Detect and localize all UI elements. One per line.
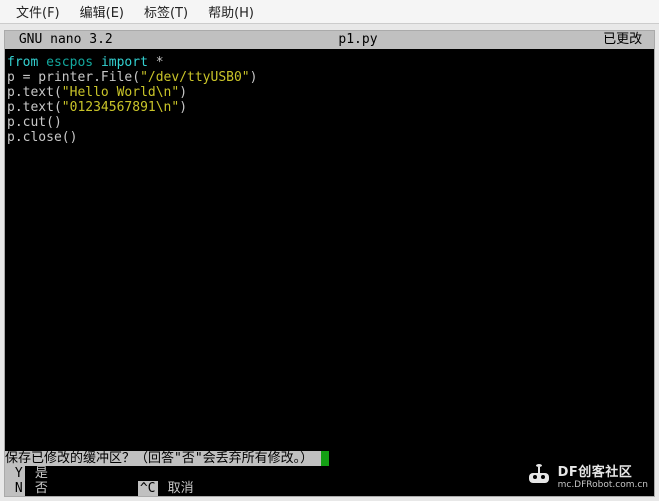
code-line: p.text("01234567891\n") xyxy=(7,100,187,115)
menu-file[interactable]: 文件(F) xyxy=(6,0,70,24)
code-line: p.cut() xyxy=(7,115,62,130)
menu-edit[interactable]: 编辑(E) xyxy=(70,0,134,24)
prompt-question: 保存已修改的缓冲区？（回答"否"会丢弃所有修改。） xyxy=(5,451,321,466)
nano-version: GNU nano 3.2 xyxy=(5,31,113,49)
nano-title-bar: GNU nano 3.2 p1.py 已更改 xyxy=(5,31,654,49)
prompt-option-yes[interactable]: Y 是 xyxy=(5,466,654,481)
menu-bar: 文件(F) 编辑(E) 标签(T) 帮助(H) xyxy=(0,0,659,24)
key-hint: ^C xyxy=(138,481,158,496)
menu-help[interactable]: 帮助(H) xyxy=(198,0,264,24)
code-line: p.close() xyxy=(7,130,77,145)
cursor-icon xyxy=(321,451,329,466)
menu-tabs[interactable]: 标签(T) xyxy=(134,0,198,24)
terminal: GNU nano 3.2 p1.py 已更改 from escpos impor… xyxy=(4,30,655,497)
key-hint: N xyxy=(5,481,25,496)
key-label: 是 xyxy=(25,466,48,481)
nano-modified-flag: 已更改 xyxy=(603,31,654,49)
code-line: p = printer.File("/dev/ttyUSB0") xyxy=(7,70,257,85)
nano-prompt: 保存已修改的缓冲区？（回答"否"会丢弃所有修改。） Y 是 N 否 ^C 取消 xyxy=(5,451,654,496)
key-hint: Y xyxy=(5,466,25,481)
code-line: p.text("Hello World\n") xyxy=(7,85,187,100)
nano-filename: p1.py xyxy=(113,31,603,49)
key-label: 否 xyxy=(25,481,48,496)
editor-area[interactable]: from escpos import * p = printer.File("/… xyxy=(5,49,654,147)
code-line: from escpos import * xyxy=(7,55,164,70)
key-label: 取消 xyxy=(158,481,194,496)
